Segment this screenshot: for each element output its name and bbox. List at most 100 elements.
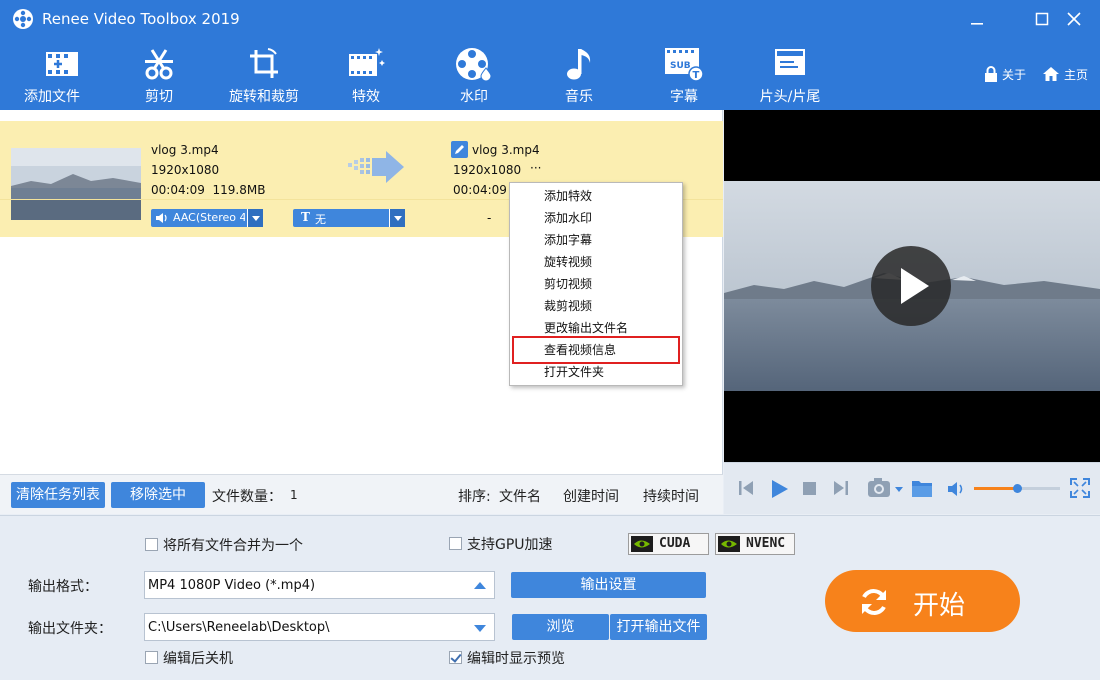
toolbar-music[interactable]: 音乐 <box>527 44 631 106</box>
shutdown-after-edit-checkbox[interactable] <box>145 651 158 664</box>
menu-item-add-effects[interactable]: 添加特效 <box>544 185 674 207</box>
subtitle-track-value: 无 <box>315 213 326 226</box>
show-preview-label: 编辑时显示预览 <box>467 651 565 667</box>
folder-icon[interactable] <box>911 478 933 498</box>
more-options-button[interactable]: ··· <box>530 161 541 175</box>
toolbar-add-file[interactable]: 添加文件 <box>0 44 104 106</box>
toolbar-label: 特效 <box>352 89 380 105</box>
output-resolution: 1920x1080 <box>453 163 522 177</box>
menu-item-add-subtitle[interactable]: 添加字幕 <box>544 229 674 251</box>
restore-button[interactable] <box>1027 6 1057 32</box>
output-format-select[interactable]: MP4 1080P Video (*.mp4) <box>144 571 495 599</box>
show-preview-checkbox[interactable] <box>449 651 462 664</box>
source-duration-size: 00:04:09 119.8MB <box>151 183 266 197</box>
menu-item-view-video-info[interactable]: 查看视频信息 <box>544 339 674 361</box>
toolbar-label: 旋转和裁剪 <box>229 89 299 105</box>
menu-item-add-watermark[interactable]: 添加水印 <box>544 207 674 229</box>
volume-icon[interactable] <box>948 481 966 497</box>
source-file-name: vlog 3.mp4 <box>151 143 219 157</box>
minimize-button[interactable] <box>962 6 992 32</box>
rotate-crop-icon <box>250 48 278 78</box>
gpu-acceleration-checkbox[interactable] <box>449 537 462 550</box>
menu-item-open-folder[interactable]: 打开文件夹 <box>544 361 674 383</box>
menu-item-crop-video[interactable]: 裁剪视频 <box>544 295 674 317</box>
start-label: 开始 <box>913 591 966 621</box>
nvenc-label: NVENC <box>746 536 786 551</box>
merge-files-checkbox[interactable] <box>145 538 158 551</box>
toolbar-watermark[interactable]: 水印 <box>422 44 526 106</box>
shutdown-after-edit-label: 编辑后关机 <box>163 651 233 667</box>
file-list-footer: 清除任务列表 移除选中 文件数量： 1 排序: 文件名 创建时间 持续时间 <box>0 474 723 514</box>
subtitle-icon: SUB T <box>665 48 704 82</box>
clear-task-list-button[interactable]: 清除任务列表 <box>11 482 105 508</box>
toolbar-label: 片头/片尾 <box>759 89 821 105</box>
cuda-badge: CUDA <box>628 533 709 555</box>
skip-back-icon[interactable] <box>738 479 754 497</box>
rename-button[interactable] <box>451 141 468 158</box>
toolbar-rotate-crop[interactable]: 旋转和裁剪 <box>212 44 316 106</box>
source-resolution: 1920x1080 <box>151 163 220 177</box>
merge-files-label: 将所有文件合并为一个 <box>163 538 303 554</box>
app-logo-icon <box>13 9 33 29</box>
lock-icon <box>985 66 997 82</box>
about-button[interactable]: 关于 <box>984 66 1026 83</box>
start-button[interactable]: 开始 <box>825 570 1020 632</box>
title-bar: Renee Video Toolbox 2019 <box>0 0 1100 38</box>
file-count-value: 1 <box>290 488 298 502</box>
toolbar-label: 水印 <box>460 89 488 105</box>
intro-outro-icon <box>775 49 805 75</box>
refresh-icon <box>862 589 886 615</box>
toolbar-intro-outro[interactable]: 片头/片尾 <box>738 44 842 106</box>
audio-track-value: AAC(Stereo 4 <box>173 211 245 224</box>
toolbar-label: 添加文件 <box>24 89 80 105</box>
skip-forward-icon[interactable] <box>833 479 849 497</box>
video-preview[interactable] <box>724 110 1100 462</box>
fullscreen-icon[interactable] <box>1070 478 1090 498</box>
home-label: 主页 <box>1064 68 1089 82</box>
home-button[interactable]: 主页 <box>1042 66 1088 83</box>
effects-icon <box>349 48 385 76</box>
restore-icon <box>1035 12 1049 26</box>
menu-item-rotate-video[interactable]: 旋转视频 <box>544 251 674 273</box>
convert-arrow-icon <box>348 151 404 183</box>
volume-handle[interactable] <box>1013 484 1022 493</box>
stop-icon[interactable] <box>803 482 816 495</box>
music-note-icon <box>567 49 591 80</box>
add-file-icon <box>46 52 78 76</box>
toolbar-label: 音乐 <box>565 89 593 105</box>
main-toolbar: 添加文件 剪切 旋转和裁剪 特效 水印 音乐 SUB T 字幕 片头/片尾 关于… <box>0 38 1100 110</box>
subtitle-track-select[interactable]: T 无 <box>293 209 405 227</box>
sort-by-duration[interactable]: 持续时间 <box>643 486 699 506</box>
home-icon <box>1043 67 1059 81</box>
video-thumbnail <box>11 148 141 220</box>
minimize-icon <box>971 23 983 25</box>
remove-selected-button[interactable]: 移除选中 <box>111 482 205 508</box>
volume-fill <box>974 487 1017 490</box>
close-button[interactable] <box>1059 6 1089 32</box>
toolbar-cut[interactable]: 剪切 <box>107 44 211 106</box>
scissors-icon <box>145 49 173 80</box>
svg-text:SUB: SUB <box>670 61 691 71</box>
camera-icon[interactable] <box>867 477 905 499</box>
output-folder-value: C:\Users\Reneelab\Desktop\ <box>148 620 330 635</box>
output-settings-button[interactable]: 输出设置 <box>511 572 706 598</box>
output-folder-select[interactable]: C:\Users\Reneelab\Desktop\ <box>144 613 495 641</box>
toolbar-label: 字幕 <box>670 89 698 105</box>
sort-by-created[interactable]: 创建时间 <box>563 486 619 506</box>
play-overlay-button[interactable] <box>871 246 951 326</box>
output-format-value: MP4 1080P Video (*.mp4) <box>148 578 316 593</box>
audio-track-select[interactable]: AAC(Stereo 4 <box>151 209 263 227</box>
open-output-folder-button[interactable]: 打开输出文件 <box>610 614 707 640</box>
play-icon[interactable] <box>769 479 789 499</box>
output-folder-label: 输出文件夹： <box>28 621 112 637</box>
volume-slider[interactable] <box>974 484 1060 493</box>
context-menu: 添加特效 添加水印 添加字幕 旋转视频 剪切视频 裁剪视频 更改输出文件名 查看… <box>509 182 683 386</box>
toolbar-subtitle[interactable]: SUB T 字幕 <box>632 44 736 106</box>
browse-button[interactable]: 浏览 <box>512 614 609 640</box>
toolbar-effects[interactable]: 特效 <box>314 44 418 106</box>
nvenc-badge: NVENC <box>715 533 795 555</box>
sort-by-filename[interactable]: 文件名 <box>499 486 541 506</box>
player-controls <box>724 462 1100 514</box>
menu-item-cut-video[interactable]: 剪切视频 <box>544 273 674 295</box>
toolbar-label: 剪切 <box>145 89 173 105</box>
